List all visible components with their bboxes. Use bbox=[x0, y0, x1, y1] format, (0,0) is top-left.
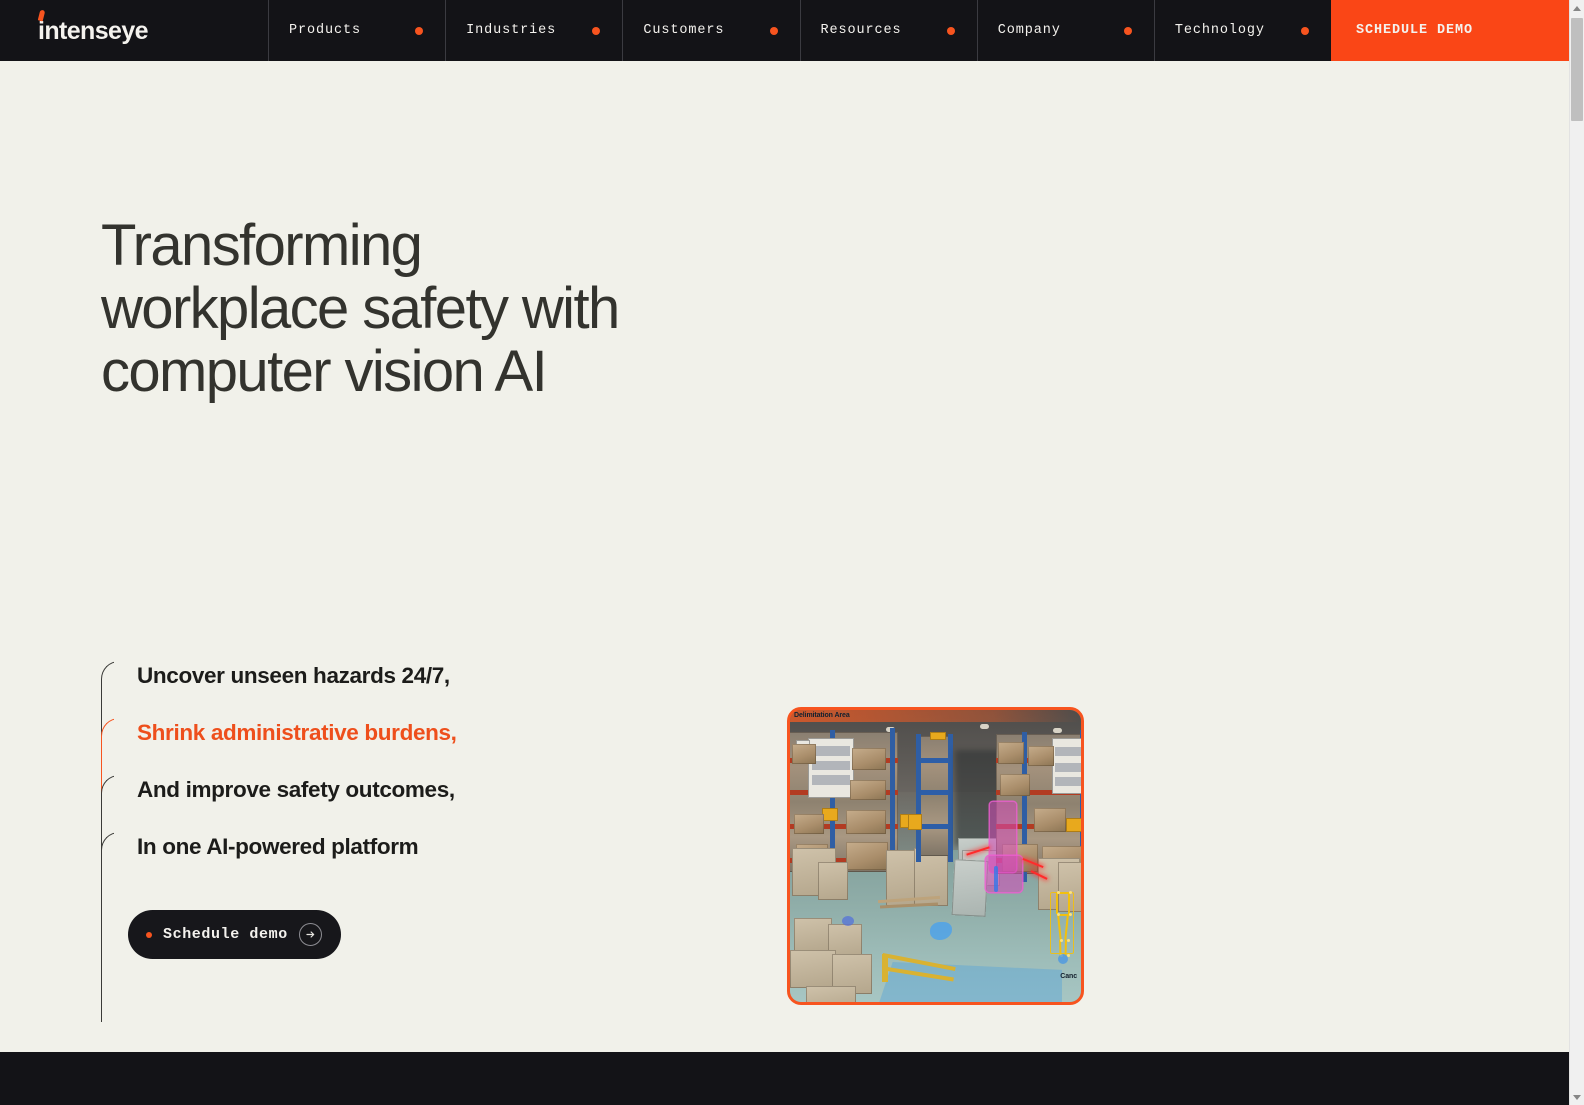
nav-item-products[interactable]: Products bbox=[268, 0, 445, 61]
footer-section bbox=[0, 1052, 1569, 1105]
hero-cta-wrapper: Schedule demo bbox=[101, 877, 341, 1022]
nav-schedule-demo-label: SCHEDULE DEMO bbox=[1356, 23, 1474, 38]
overlay-label-zone: Canc bbox=[1060, 973, 1077, 980]
nav-item-resources[interactable]: Resources bbox=[799, 0, 977, 61]
segmentation-forklift-body bbox=[986, 856, 1022, 892]
hero-section: Transforming workplace safety with compu… bbox=[0, 61, 1569, 1052]
page-scrollbar[interactable] bbox=[1569, 0, 1584, 1105]
delimitation-area-banner: Delimitation Area bbox=[790, 710, 1081, 722]
page-title: Transforming workplace safety with compu… bbox=[101, 214, 801, 404]
list-item-label: In one AI-powered platform bbox=[137, 833, 419, 859]
segmentation-forklift-detail bbox=[994, 866, 998, 892]
logo-text: intenseye bbox=[38, 17, 149, 45]
ceiling-lamp-icon bbox=[980, 724, 989, 729]
cctv-detection-image: Delimitation Area Canc bbox=[787, 707, 1084, 1005]
list-connector-stem-icon bbox=[101, 877, 103, 1022]
nav-item-industries[interactable]: Industries bbox=[445, 0, 622, 61]
nav-item-label: Company bbox=[997, 23, 1061, 38]
ceiling-lamp-icon bbox=[1053, 728, 1062, 733]
pose-skeleton-worker bbox=[1048, 890, 1078, 958]
list-item-label: Shrink administrative burdens, bbox=[137, 719, 457, 745]
worker-floor-anchor bbox=[1058, 954, 1068, 964]
nav-item-label: Products bbox=[289, 23, 362, 38]
nav-item-technology[interactable]: Technology bbox=[1153, 0, 1331, 61]
list-item: And improve safety outcomes, bbox=[101, 761, 661, 860]
nav-dot-icon bbox=[946, 26, 955, 35]
cctv-scene: Delimitation Area Canc bbox=[790, 710, 1081, 1002]
page-title-line: Transforming bbox=[101, 213, 423, 278]
nav-dot-icon bbox=[1123, 26, 1132, 35]
nav-item-company[interactable]: Company bbox=[976, 0, 1154, 61]
list-item: Shrink administrative burdens, bbox=[101, 704, 661, 803]
scrollbar-thumb[interactable] bbox=[1571, 18, 1583, 121]
nav-schedule-demo-button[interactable]: SCHEDULE DEMO bbox=[1331, 0, 1569, 61]
nav-item-label: Resources bbox=[820, 23, 902, 38]
list-item-label: Uncover unseen hazards 24/7, bbox=[137, 662, 450, 688]
main-navigation: intenseye Products Industries Customers … bbox=[0, 0, 1569, 61]
overlay-label-delimitation: Delimitation Area bbox=[794, 712, 850, 719]
page-title-line: computer vision AI bbox=[101, 339, 548, 405]
rack-warning-sign bbox=[822, 808, 838, 821]
list-connector-line-icon bbox=[101, 831, 133, 917]
value-proposition-list: Uncover unseen hazards 24/7, Shrink admi… bbox=[101, 647, 661, 917]
list-item: In one AI-powered platform bbox=[101, 818, 661, 917]
nav-dot-icon bbox=[592, 26, 601, 35]
page-content: intenseye Products Industries Customers … bbox=[0, 0, 1569, 1105]
floor-marking-tape bbox=[882, 954, 888, 982]
intenseye-logo[interactable]: intenseye bbox=[37, 9, 149, 45]
page-title-line: workplace safety with bbox=[101, 276, 620, 342]
scroll-down-arrow-icon[interactable] bbox=[1570, 1089, 1584, 1105]
list-item: Uncover unseen hazards 24/7, bbox=[101, 647, 661, 746]
safety-poster bbox=[1052, 738, 1081, 794]
nav-dot-icon bbox=[769, 26, 778, 35]
arrow-right-circle-icon bbox=[298, 923, 322, 946]
bullet-dot-icon bbox=[146, 931, 152, 938]
schedule-demo-button-label: Schedule demo bbox=[163, 926, 288, 943]
nav-item-label: Technology bbox=[1174, 23, 1265, 38]
nav-item-label: Industries bbox=[466, 23, 557, 38]
warehouse-rack-center bbox=[918, 736, 952, 856]
scroll-up-arrow-icon[interactable] bbox=[1570, 0, 1584, 16]
browser-viewport: intenseye Products Industries Customers … bbox=[0, 0, 1584, 1105]
detected-object-marker bbox=[842, 916, 854, 926]
nav-item-customers[interactable]: Customers bbox=[622, 0, 799, 61]
nav-dot-icon bbox=[1301, 26, 1310, 35]
logo-home-link[interactable]: intenseye bbox=[0, 0, 268, 61]
nav-item-label: Customers bbox=[643, 23, 725, 38]
schedule-demo-button[interactable]: Schedule demo bbox=[128, 910, 341, 959]
nav-dot-icon bbox=[415, 26, 424, 35]
list-item-label: And improve safety outcomes, bbox=[137, 776, 455, 802]
